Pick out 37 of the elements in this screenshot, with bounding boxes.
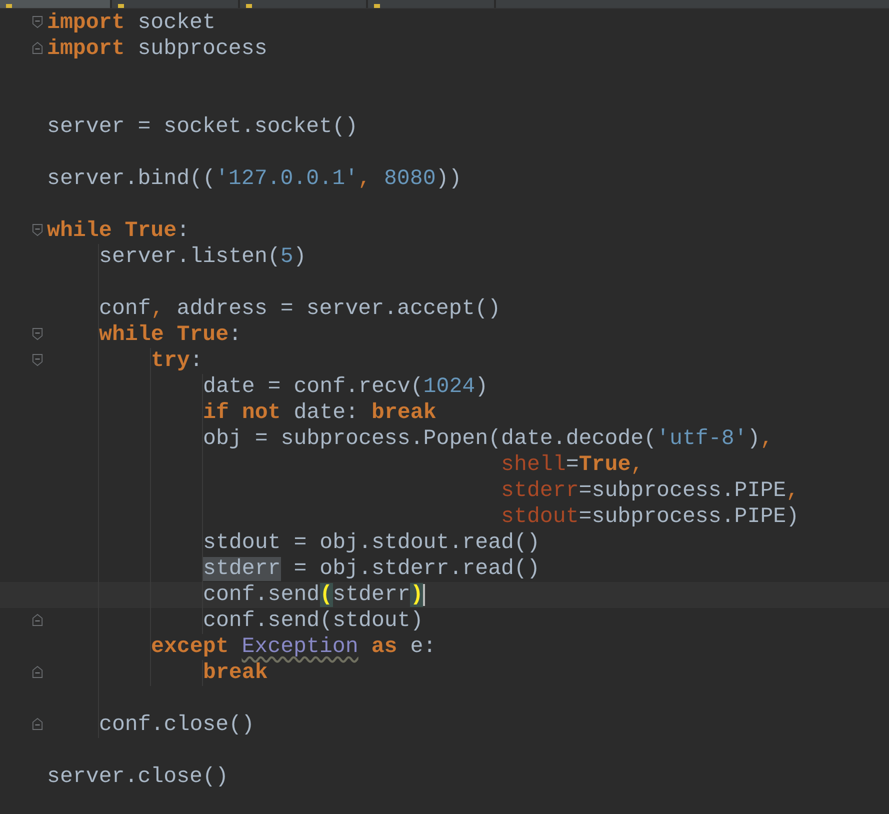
code-line: stdout = obj.stdout.read() [203, 530, 540, 556]
file-icon [374, 4, 380, 8]
code-line: obj = subprocess.Popen(date.decode('utf-8'), [203, 426, 774, 452]
code-line: while True: [99, 322, 242, 348]
code-line: conf.close() [99, 712, 255, 738]
fold-end-icon[interactable] [32, 613, 43, 627]
file-tab[interactable] [0, 0, 112, 8]
code-line: date = conf.recv(1024) [203, 374, 488, 400]
code-line: server.listen(5) [99, 244, 306, 270]
fold-start-icon[interactable] [32, 327, 43, 341]
text-cursor [423, 584, 426, 606]
code-line: conf.send(stderr) [203, 582, 424, 608]
code-line: stdout=subprocess.PIPE) [500, 504, 800, 530]
code-line: import socket [47, 10, 216, 36]
code-line: if not date: break [203, 400, 436, 426]
fold-end-icon[interactable] [32, 41, 43, 55]
code-line: except Exception as e: [151, 634, 436, 660]
fold-end-icon[interactable] [32, 665, 43, 679]
code-line: while True: [47, 218, 190, 244]
fold-start-icon[interactable] [32, 353, 43, 367]
code-line: import subprocess [47, 36, 268, 62]
code-line: server.bind(('127.0.0.1', 8080)) [47, 166, 462, 192]
code-line: server = socket.socket() [47, 114, 358, 140]
code-line: stderr = obj.stderr.read() [203, 556, 540, 582]
file-icon [6, 4, 12, 8]
fold-start-icon[interactable] [32, 223, 43, 237]
code-line: conf.send(stdout) [203, 608, 424, 634]
file-icon [118, 4, 124, 8]
code-line: server.close() [47, 764, 228, 790]
code-line: stderr=subprocess.PIPE, [500, 478, 800, 504]
code-line: conf, address = server.accept() [99, 296, 501, 322]
code-line: try: [151, 348, 203, 374]
fold-start-icon[interactable] [32, 15, 43, 29]
code-line: break [203, 660, 268, 686]
code-line: shell=True, [500, 452, 644, 478]
file-icon [246, 4, 252, 8]
fold-end-icon[interactable] [32, 717, 43, 731]
